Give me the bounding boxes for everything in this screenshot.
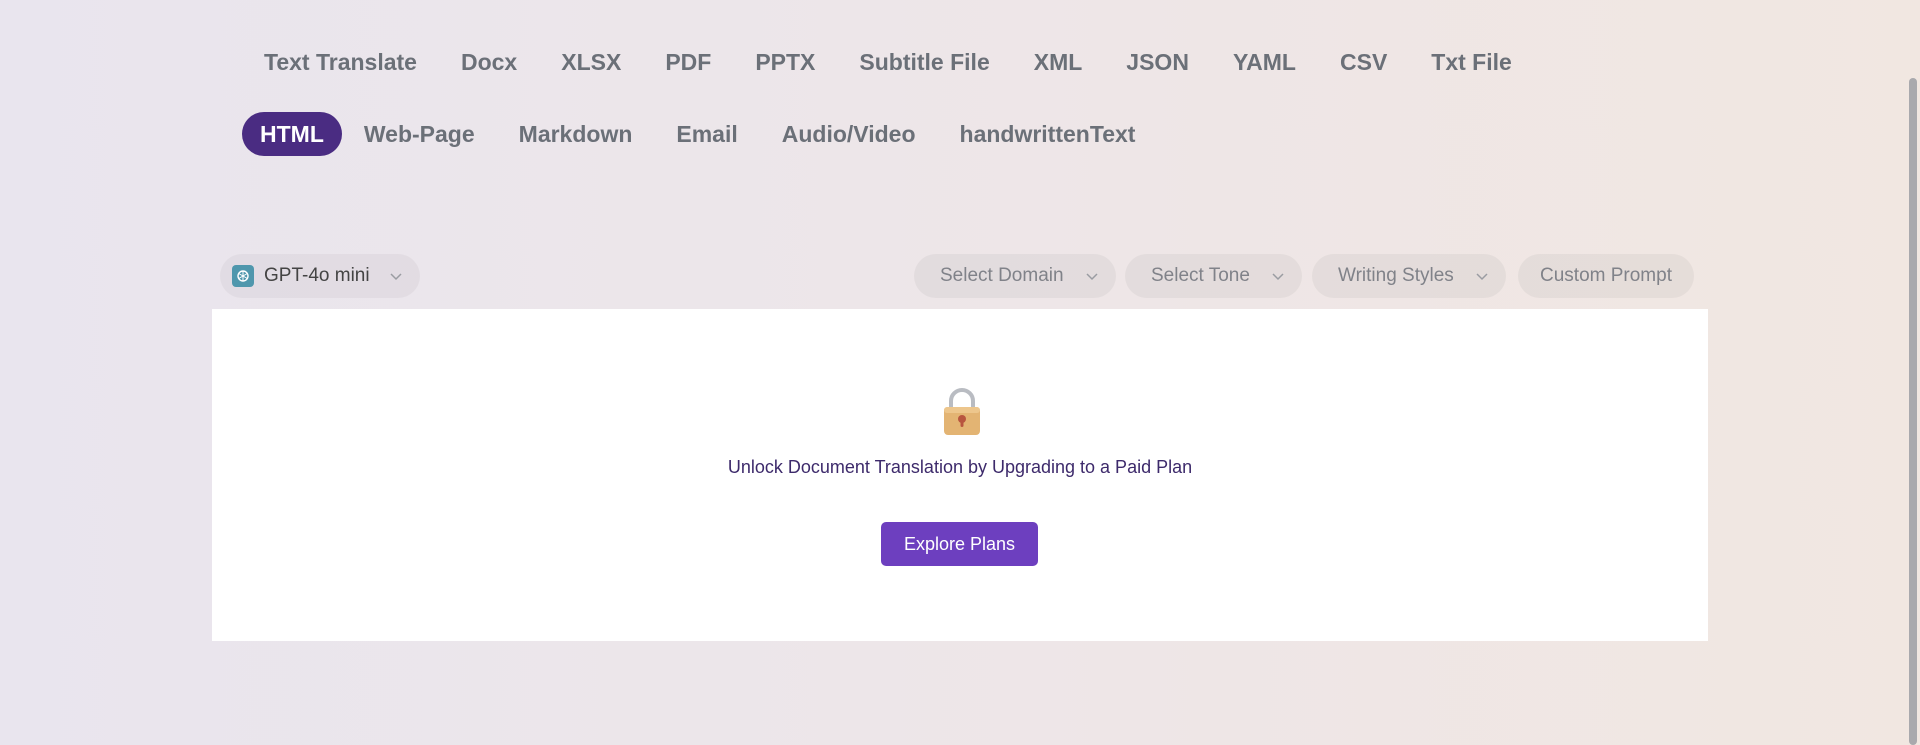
scrollbar-thumb[interactable] [1909,78,1917,745]
tab-json[interactable]: JSON [1104,40,1211,84]
tab-markdown[interactable]: Markdown [497,112,655,156]
custom-prompt-label: Custom Prompt [1540,265,1672,286]
tab-xlsx[interactable]: XLSX [539,40,643,84]
tab-docx[interactable]: Docx [439,40,539,84]
chevron-down-icon [1476,273,1488,281]
upgrade-card: Unlock Document Translation by Upgrading… [212,309,1708,641]
tab-subtitle-file[interactable]: Subtitle File [837,40,1011,84]
chevron-down-icon [1086,273,1098,281]
tab-email[interactable]: Email [654,112,759,156]
lock-icon [944,388,980,435]
select-tone[interactable]: Select Tone [1125,254,1302,298]
tab-txt-file[interactable]: Txt File [1409,40,1534,84]
select-tone-label: Select Tone [1151,265,1250,286]
writing-styles-label: Writing Styles [1338,265,1454,286]
tab-text-translate[interactable]: Text Translate [242,40,439,84]
scrollbar[interactable] [1906,0,1920,745]
chevron-down-icon [390,273,402,281]
tab-html[interactable]: HTML [242,112,342,156]
tab-audio-video[interactable]: Audio/Video [760,112,938,156]
tab-pptx[interactable]: PPTX [733,40,837,84]
select-domain-label: Select Domain [940,265,1064,286]
tab-web-page[interactable]: Web-Page [342,112,497,156]
openai-icon [232,265,254,287]
model-select[interactable]: GPT-4o mini [220,254,420,298]
explore-plans-button[interactable]: Explore Plans [881,522,1038,566]
format-tabs: Text Translate Docx XLSX PDF PPTX Subtit… [242,40,1622,156]
upgrade-message: Unlock Document Translation by Upgrading… [727,457,1193,477]
select-writing-styles[interactable]: Writing Styles [1312,254,1506,298]
tab-csv[interactable]: CSV [1318,40,1409,84]
model-label: GPT-4o mini [264,265,370,286]
select-domain[interactable]: Select Domain [914,254,1116,298]
tab-yaml[interactable]: YAML [1211,40,1318,84]
custom-prompt-button[interactable]: Custom Prompt [1518,254,1694,298]
chevron-down-icon [1272,273,1284,281]
tab-xml[interactable]: XML [1012,40,1105,84]
tab-handwritten-text[interactable]: handwrittenText [938,112,1158,156]
tab-pdf[interactable]: PDF [643,40,733,84]
